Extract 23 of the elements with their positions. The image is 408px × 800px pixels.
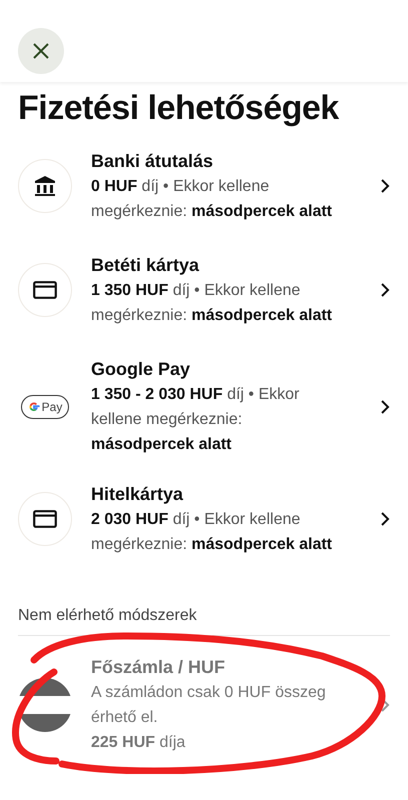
page-title: Fizetési lehetőségek xyxy=(18,88,340,129)
section-heading: Nem elérhető módszerek xyxy=(18,607,390,636)
bank-icon xyxy=(34,175,56,197)
method-description: 2 030 HUF díj • Ekkor kellene megérkeznie: másodpercek alatt xyxy=(91,511,332,553)
method-name[interactable]: Hitelkártya xyxy=(91,481,372,507)
fee-text: 225 HUF díja xyxy=(91,734,186,751)
google-pay-logo: Pay xyxy=(21,394,69,418)
card-icon xyxy=(33,510,57,528)
chevron-icon[interactable] xyxy=(380,511,390,527)
close-icon[interactable] xyxy=(31,41,51,61)
card-icon xyxy=(33,281,57,299)
method-name[interactable]: Google Pay xyxy=(91,356,372,382)
method-description: A számládon csak 0 HUF összeg érhető el. xyxy=(91,684,326,726)
method-name[interactable]: Betéti kártya xyxy=(91,252,372,278)
method-description: 0 HUF díj • Ekkor kellene megérkeznie: másodpercek alatt xyxy=(91,178,332,220)
chevron-icon[interactable] xyxy=(380,398,390,414)
method-description: 1 350 HUF díj • Ekkor kellene megérkeznie: másodpercek alatt xyxy=(91,282,332,324)
method-name[interactable]: Banki átutalás xyxy=(91,148,372,174)
chevron-icon[interactable] xyxy=(380,178,390,194)
method-description: 1 350 - 2 030 HUF díj • Ekkor kellene megérkeznie: másodpercek alatt xyxy=(91,386,300,453)
chevron-icon[interactable] xyxy=(380,282,390,298)
close-button[interactable] xyxy=(18,28,64,74)
flag-icon xyxy=(18,678,72,732)
